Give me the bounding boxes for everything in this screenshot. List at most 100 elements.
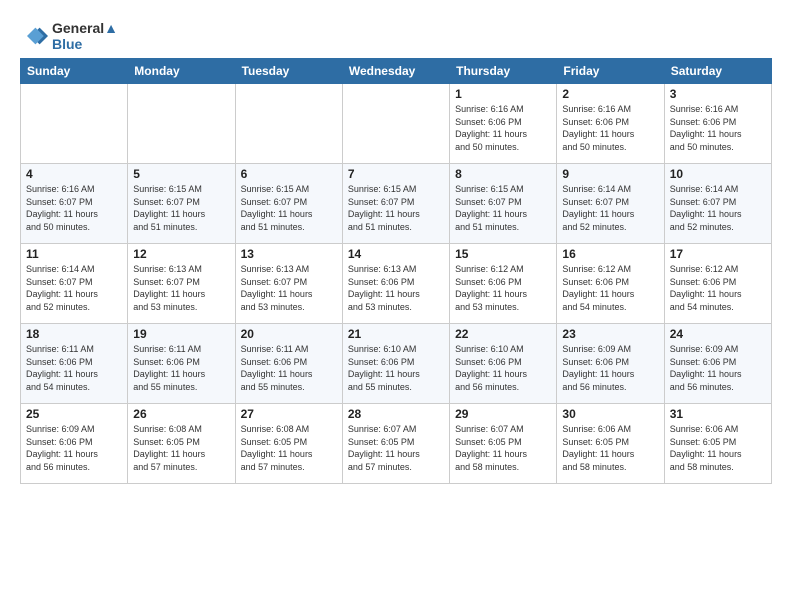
day-number: 23 — [562, 327, 658, 341]
day-cell-14: 14 Sunrise: 6:13 AM Sunset: 6:06 PM Dayli… — [342, 244, 449, 324]
day-number: 3 — [670, 87, 766, 101]
day-info: Sunrise: 6:16 AM Sunset: 6:06 PM Dayligh… — [562, 103, 658, 153]
day-info: Sunrise: 6:06 AM Sunset: 6:05 PM Dayligh… — [670, 423, 766, 473]
week-row-3: 18Sunrise: 6:11 AM Sunset: 6:06 PM Dayli… — [21, 324, 772, 404]
day-info: Sunrise: 6:10 AM Sunset: 6:06 PM Dayligh… — [348, 343, 444, 393]
day-cell-2: 2 Sunrise: 6:16 AM Sunset: 6:06 PM Daylig… — [557, 84, 664, 164]
day-number: 21 — [348, 327, 444, 341]
day-number: 28 — [348, 407, 444, 421]
day-cell-12: 12 Sunrise: 6:13 AM Sunset: 6:07 PM Dayli… — [128, 244, 235, 324]
day-cell-30: 30Sunrise: 6:06 AM Sunset: 6:05 PM Dayli… — [557, 404, 664, 484]
day-cell-5: 5 Sunrise: 6:15 AM Sunset: 6:07 PM Daylig… — [128, 164, 235, 244]
day-info: Sunrise: 6:16 AM Sunset: 6:06 PM Dayligh… — [455, 103, 551, 153]
day-cell-3: 3 Sunrise: 6:16 AM Sunset: 6:06 PM Daylig… — [664, 84, 771, 164]
day-number: 24 — [670, 327, 766, 341]
day-info: Sunrise: 6:11 AM Sunset: 6:06 PM Dayligh… — [26, 343, 122, 393]
day-number: 27 — [241, 407, 337, 421]
day-number: 15 — [455, 247, 551, 261]
day-info: Sunrise: 6:12 AM Sunset: 6:06 PM Dayligh… — [455, 263, 551, 313]
day-info: Sunrise: 6:15 AM Sunset: 6:07 PM Dayligh… — [133, 183, 229, 233]
day-info: Sunrise: 6:14 AM Sunset: 6:07 PM Dayligh… — [26, 263, 122, 313]
week-row-1: 4Sunrise: 6:16 AM Sunset: 6:07 PM Daylig… — [21, 164, 772, 244]
day-info: Sunrise: 6:11 AM Sunset: 6:06 PM Dayligh… — [241, 343, 337, 393]
day-cell-23: 23 Sunrise: 6:09 AM Sunset: 6:06 PM Dayli… — [557, 324, 664, 404]
day-info: Sunrise: 6:14 AM Sunset: 6:07 PM Dayligh… — [670, 183, 766, 233]
logo: General▲ Blue — [20, 20, 118, 52]
day-number: 31 — [670, 407, 766, 421]
day-number: 1 — [455, 87, 551, 101]
day-cell-17: 17Sunrise: 6:12 AM Sunset: 6:06 PM Dayli… — [664, 244, 771, 324]
day-info: Sunrise: 6:13 AM Sunset: 6:07 PM Dayligh… — [133, 263, 229, 313]
day-info: Sunrise: 6:09 AM Sunset: 6:06 PM Dayligh… — [562, 343, 658, 393]
logo-text: General▲ Blue — [52, 20, 118, 52]
day-info: Sunrise: 6:12 AM Sunset: 6:06 PM Dayligh… — [562, 263, 658, 313]
day-cell-27: 27 Sunrise: 6:08 AM Sunset: 6:05 PM Dayli… — [235, 404, 342, 484]
day-number: 13 — [241, 247, 337, 261]
day-info: Sunrise: 6:06 AM Sunset: 6:05 PM Dayligh… — [562, 423, 658, 473]
weekday-header-sunday: Sunday — [21, 59, 128, 84]
day-cell-1: 1 Sunrise: 6:16 AM Sunset: 6:06 PM Daylig… — [450, 84, 557, 164]
day-info: Sunrise: 6:15 AM Sunset: 6:07 PM Dayligh… — [455, 183, 551, 233]
calendar-table: SundayMondayTuesdayWednesdayThursdayFrid… — [20, 58, 772, 484]
header: General▲ Blue — [20, 16, 772, 52]
day-cell-24: 24 Sunrise: 6:09 AM Sunset: 6:06 PM Dayli… — [664, 324, 771, 404]
weekday-header-row: SundayMondayTuesdayWednesdayThursdayFrid… — [21, 59, 772, 84]
day-cell-7: 7 Sunrise: 6:15 AM Sunset: 6:07 PM Daylig… — [342, 164, 449, 244]
page: General▲ Blue SundayMondayTuesdayWednesd… — [0, 0, 792, 494]
empty-cell — [21, 84, 128, 164]
day-info: Sunrise: 6:13 AM Sunset: 6:06 PM Dayligh… — [348, 263, 444, 313]
day-number: 11 — [26, 247, 122, 261]
day-cell-6: 6 Sunrise: 6:15 AM Sunset: 6:07 PM Daylig… — [235, 164, 342, 244]
day-info: Sunrise: 6:08 AM Sunset: 6:05 PM Dayligh… — [133, 423, 229, 473]
day-number: 7 — [348, 167, 444, 181]
day-cell-28: 28 Sunrise: 6:07 AM Sunset: 6:05 PM Dayli… — [342, 404, 449, 484]
day-info: Sunrise: 6:10 AM Sunset: 6:06 PM Dayligh… — [455, 343, 551, 393]
day-number: 2 — [562, 87, 658, 101]
day-cell-21: 21 Sunrise: 6:10 AM Sunset: 6:06 PM Dayli… — [342, 324, 449, 404]
day-info: Sunrise: 6:08 AM Sunset: 6:05 PM Dayligh… — [241, 423, 337, 473]
day-cell-25: 25 Sunrise: 6:09 AM Sunset: 6:06 PM Dayli… — [21, 404, 128, 484]
weekday-header-wednesday: Wednesday — [342, 59, 449, 84]
day-number: 20 — [241, 327, 337, 341]
day-info: Sunrise: 6:13 AM Sunset: 6:07 PM Dayligh… — [241, 263, 337, 313]
weekday-header-friday: Friday — [557, 59, 664, 84]
day-info: Sunrise: 6:07 AM Sunset: 6:05 PM Dayligh… — [455, 423, 551, 473]
week-row-4: 25 Sunrise: 6:09 AM Sunset: 6:06 PM Dayli… — [21, 404, 772, 484]
day-number: 12 — [133, 247, 229, 261]
day-number: 10 — [670, 167, 766, 181]
day-info: Sunrise: 6:09 AM Sunset: 6:06 PM Dayligh… — [670, 343, 766, 393]
day-cell-16: 16 Sunrise: 6:12 AM Sunset: 6:06 PM Dayli… — [557, 244, 664, 324]
day-cell-4: 4Sunrise: 6:16 AM Sunset: 6:07 PM Daylig… — [21, 164, 128, 244]
day-number: 25 — [26, 407, 122, 421]
day-number: 14 — [348, 247, 444, 261]
day-info: Sunrise: 6:15 AM Sunset: 6:07 PM Dayligh… — [348, 183, 444, 233]
day-info: Sunrise: 6:09 AM Sunset: 6:06 PM Dayligh… — [26, 423, 122, 473]
day-info: Sunrise: 6:15 AM Sunset: 6:07 PM Dayligh… — [241, 183, 337, 233]
day-info: Sunrise: 6:14 AM Sunset: 6:07 PM Dayligh… — [562, 183, 658, 233]
day-cell-18: 18Sunrise: 6:11 AM Sunset: 6:06 PM Dayli… — [21, 324, 128, 404]
day-number: 22 — [455, 327, 551, 341]
day-cell-31: 31 Sunrise: 6:06 AM Sunset: 6:05 PM Dayli… — [664, 404, 771, 484]
day-cell-20: 20 Sunrise: 6:11 AM Sunset: 6:06 PM Dayli… — [235, 324, 342, 404]
day-number: 16 — [562, 247, 658, 261]
empty-cell — [235, 84, 342, 164]
day-cell-15: 15 Sunrise: 6:12 AM Sunset: 6:06 PM Dayli… — [450, 244, 557, 324]
day-cell-13: 13 Sunrise: 6:13 AM Sunset: 6:07 PM Dayli… — [235, 244, 342, 324]
empty-cell — [128, 84, 235, 164]
weekday-header-saturday: Saturday — [664, 59, 771, 84]
day-cell-8: 8Sunrise: 6:15 AM Sunset: 6:07 PM Daylig… — [450, 164, 557, 244]
weekday-header-tuesday: Tuesday — [235, 59, 342, 84]
day-number: 29 — [455, 407, 551, 421]
day-cell-10: 10 Sunrise: 6:14 AM Sunset: 6:07 PM Dayli… — [664, 164, 771, 244]
day-number: 6 — [241, 167, 337, 181]
weekday-header-thursday: Thursday — [450, 59, 557, 84]
day-cell-11: 11 Sunrise: 6:14 AM Sunset: 6:07 PM Dayli… — [21, 244, 128, 324]
day-info: Sunrise: 6:07 AM Sunset: 6:05 PM Dayligh… — [348, 423, 444, 473]
day-number: 5 — [133, 167, 229, 181]
day-number: 4 — [26, 167, 122, 181]
logo-icon — [20, 22, 48, 50]
day-info: Sunrise: 6:11 AM Sunset: 6:06 PM Dayligh… — [133, 343, 229, 393]
day-cell-9: 9Sunrise: 6:14 AM Sunset: 6:07 PM Daylig… — [557, 164, 664, 244]
day-info: Sunrise: 6:16 AM Sunset: 6:06 PM Dayligh… — [670, 103, 766, 153]
day-number: 19 — [133, 327, 229, 341]
